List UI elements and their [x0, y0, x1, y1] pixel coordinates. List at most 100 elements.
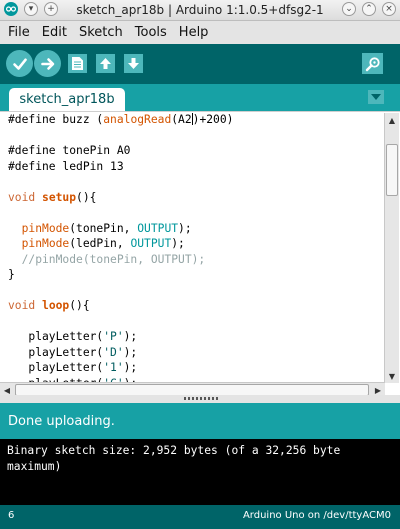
vertical-scrollbar[interactable]: ▲ ▼: [384, 113, 399, 383]
close-button[interactable]: ×: [382, 2, 396, 16]
code-line[interactable]: pinMode(tonePin, OUTPUT);: [8, 221, 378, 237]
code-line[interactable]: void setup(){: [8, 190, 378, 206]
code-token: 'D': [103, 345, 124, 359]
minimize-button[interactable]: ⌄: [342, 2, 356, 16]
tab-menu-button[interactable]: [368, 90, 384, 104]
arrow-left-icon: ◀: [3, 385, 11, 395]
arrow-down-icon: ▼: [388, 371, 396, 381]
code-token: #define tonePin A0: [8, 144, 131, 157]
code-token: (ledPin,: [69, 237, 131, 250]
code-token: OUTPUT: [137, 221, 179, 235]
code-token: '1': [103, 361, 124, 374]
magnifier-icon: [365, 56, 380, 71]
status-message: Done uploading.: [8, 414, 115, 429]
code-token: analogRead: [103, 113, 172, 126]
arrow-down-icon: [128, 58, 139, 69]
maximize-icon: ⌃: [365, 3, 373, 14]
menu-file[interactable]: File: [2, 25, 36, 40]
code-line[interactable]: }: [8, 267, 378, 283]
code-token: playLetter(: [8, 361, 104, 374]
code-token: playLetter(: [8, 345, 104, 359]
menu-tools[interactable]: Tools: [129, 25, 173, 40]
code-token: playLetter(: [8, 330, 104, 343]
window-title: sketch_apr18b | Arduino 1:1.0.5+dfsg2-1: [76, 3, 324, 17]
tab-strip: sketch_apr18b: [0, 84, 400, 111]
save-button[interactable]: [124, 54, 143, 73]
minimize-icon: ⌄: [345, 3, 353, 14]
console-text: Binary sketch size: 2,952 bytes (of a 32…: [7, 444, 341, 473]
code-token: 'P': [103, 330, 124, 343]
line-number: 6: [8, 510, 15, 521]
code-token: pinMode: [21, 237, 70, 250]
divider-grip-icon[interactable]: [184, 397, 218, 400]
code-token: #define ledPin 13: [8, 159, 124, 173]
code-token: );: [123, 330, 138, 343]
code-line[interactable]: #define tonePin A0: [8, 143, 378, 159]
code-line[interactable]: #define ledPin 13: [8, 159, 378, 175]
arrow-up-icon: [100, 58, 111, 69]
new-file-icon: [72, 57, 83, 70]
code-token: )+200): [192, 113, 234, 126]
upload-button[interactable]: [34, 50, 61, 77]
vertical-scroll-thumb[interactable]: [386, 144, 398, 196]
code-token: void: [8, 190, 36, 204]
code-token: (tonePin,: [69, 221, 138, 235]
serial-monitor-button[interactable]: [362, 53, 383, 74]
code-token: void: [8, 299, 36, 312]
arrow-right-icon: ▶: [374, 385, 382, 395]
arrow-right-icon: [40, 57, 54, 70]
menu-edit[interactable]: Edit: [36, 25, 73, 40]
code-line[interactable]: [8, 205, 378, 221]
scroll-up-button[interactable]: ▲: [385, 113, 399, 127]
code-token: (){: [69, 299, 90, 312]
open-button[interactable]: [96, 54, 115, 73]
console-output[interactable]: Binary sketch size: 2,952 bytes (of a 32…: [0, 439, 400, 505]
code-area[interactable]: #define buzz (analogRead(A2)+200) #define…: [8, 112, 378, 382]
checkmark-icon: [12, 58, 27, 70]
menu-sketch[interactable]: Sketch: [73, 25, 129, 40]
code-token: );: [171, 237, 185, 250]
title-bar-right-controls: ⌄ ⌃ ×: [342, 2, 396, 16]
scroll-down-button[interactable]: ▼: [385, 369, 399, 383]
code-line[interactable]: [8, 128, 378, 144]
status-area: Done uploading.: [0, 403, 400, 439]
close-icon: ×: [385, 3, 393, 14]
code-line[interactable]: playLetter('D');: [8, 345, 378, 361]
maximize-button[interactable]: ⌃: [362, 2, 376, 16]
code-token: OUTPUT: [130, 237, 172, 250]
code-token: setup: [42, 190, 77, 204]
menu-help[interactable]: Help: [173, 25, 215, 40]
arrow-up-icon: ▲: [388, 115, 396, 125]
editor-console-divider[interactable]: [0, 395, 400, 403]
tab-sketch[interactable]: sketch_apr18b: [9, 88, 125, 111]
code-token: );: [123, 361, 138, 374]
code-token: (A2: [171, 113, 192, 126]
code-token: }: [8, 268, 15, 281]
verify-button[interactable]: [6, 50, 33, 77]
window-title-bar: ▾ + sketch_apr18b | Arduino 1:1.0.5+dfsg…: [0, 0, 400, 21]
code-token: );: [123, 345, 138, 359]
bottom-status-bar: 6 Arduino Uno on /dev/ttyACM0: [0, 505, 400, 529]
code-token: pinMode: [21, 221, 70, 235]
code-token: //pinMode(tonePin, OUTPUT);: [8, 252, 206, 266]
code-line[interactable]: //pinMode(tonePin, OUTPUT);: [8, 252, 378, 268]
code-editor[interactable]: #define buzz (analogRead(A2)+200) #define…: [0, 111, 400, 397]
code-line[interactable]: pinMode(ledPin, OUTPUT);: [8, 236, 378, 252]
new-sketch-button[interactable]: [68, 54, 87, 73]
code-token: #define buzz: [8, 113, 97, 126]
code-line[interactable]: void loop(){: [8, 298, 378, 314]
board-port-label: Arduino Uno on /dev/ttyACM0: [242, 510, 391, 521]
code-line[interactable]: playLetter('1');: [8, 360, 378, 376]
code-line[interactable]: [8, 314, 378, 330]
code-token: );: [178, 221, 192, 235]
code-line[interactable]: [8, 283, 378, 299]
code-line[interactable]: playLetter('P');: [8, 329, 378, 345]
code-line[interactable]: #define buzz (analogRead(A2)+200): [8, 112, 378, 128]
code-token: (){: [76, 190, 97, 204]
menu-bar: File Edit Sketch Tools Help: [0, 21, 400, 44]
code-line[interactable]: [8, 174, 378, 190]
